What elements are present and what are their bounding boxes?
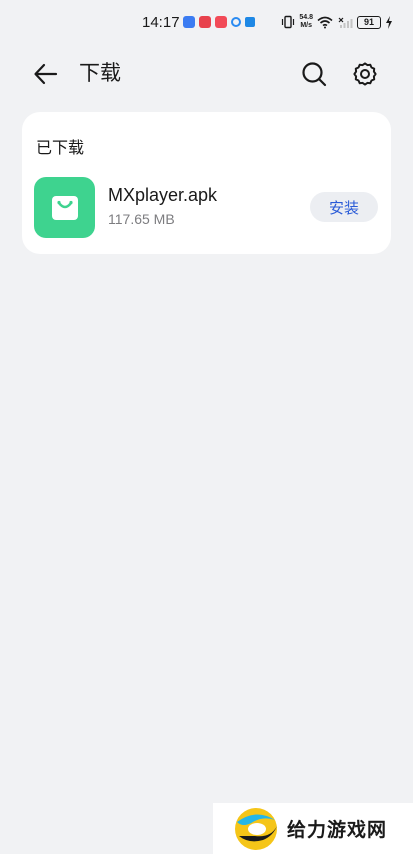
notification-app-icon [199,16,211,28]
notification-icons [183,16,255,28]
watermark-logo-icon [235,807,277,850]
watermark-text: 给力游戏网 [287,819,388,841]
section-label-downloaded: 已下载 [36,138,85,157]
search-icon[interactable] [300,60,328,88]
network-speed: 54.8 M/s [299,14,313,30]
gear-icon[interactable] [351,60,379,88]
notification-app-icon [215,16,227,28]
file-name: MXplayer.apk [108,185,218,205]
app-header: 下载 [0,48,413,100]
charging-icon [386,15,392,29]
battery-indicator: 91 [357,15,381,29]
back-arrow-icon[interactable] [32,60,60,88]
cellular-signal-icon [338,17,353,28]
install-button[interactable]: 安装 [310,192,378,222]
notification-app-icon [183,16,195,28]
notification-app-icon [231,17,241,27]
watermark: 给力游戏网 [213,803,413,854]
wifi-icon [317,16,333,28]
vibrate-icon [282,15,295,29]
downloads-card: 已下载 MXplayer.apk 117.65 MB 安装 [22,112,391,254]
status-bar: 14:17 54.8 M/s 91 [0,0,413,48]
network-speed-value: 54.8 [299,14,313,21]
system-icons: 54.8 M/s 91 [281,14,393,30]
network-speed-unit: M/s [300,22,313,29]
page-title: 下载 [79,61,121,85]
notification-app-icon [245,17,255,27]
status-time: 14:17 [142,14,180,31]
apk-app-icon [34,177,95,238]
shopping-bag-icon [51,195,78,220]
file-size: 117.65 MB [108,211,175,227]
